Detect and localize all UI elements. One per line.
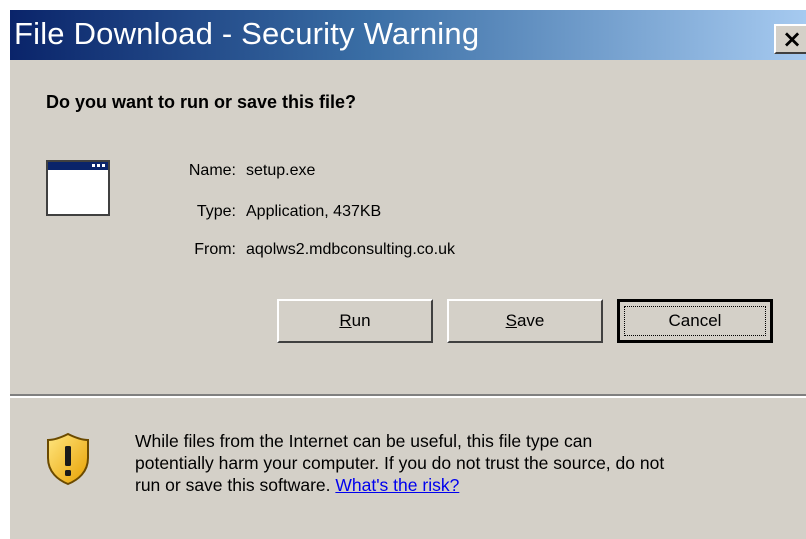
warning-line-2: potentially harm your computer. If you d… xyxy=(135,453,665,473)
file-name-value: setup.exe xyxy=(246,162,316,179)
whats-the-risk-link[interactable]: What's the risk? xyxy=(335,475,459,495)
title-bar[interactable]: File Download - Security Warning × xyxy=(10,10,806,60)
from-label: From: xyxy=(194,241,236,258)
cancel-button-label: Cancel xyxy=(668,311,722,330)
warning-line-3: run or save this software. What's the ri… xyxy=(135,474,795,496)
warning-line-3-text: run or save this software. xyxy=(135,475,336,495)
save-button[interactable]: Save xyxy=(447,299,603,343)
save-label-rest: ave xyxy=(516,311,545,330)
file-source-value: aqolws2.mdbconsulting.co.uk xyxy=(246,241,456,258)
dialog-question: Do you want to run or save this file? xyxy=(46,92,357,112)
run-label-rest: un xyxy=(351,311,371,330)
run-button-label: Run xyxy=(339,311,370,330)
file-type-value: Application, 437KB xyxy=(246,203,382,220)
name-label: Name: xyxy=(188,162,236,179)
save-button-label: Save xyxy=(506,311,545,330)
window-title: File Download - Security Warning xyxy=(14,16,480,51)
run-button[interactable]: Run xyxy=(277,299,433,343)
close-button[interactable]: × xyxy=(774,24,806,54)
type-label: Type: xyxy=(196,203,236,220)
run-accelerator: R xyxy=(339,311,352,330)
save-accelerator: S xyxy=(505,311,517,330)
application-window-icon xyxy=(46,160,110,216)
warning-line-1: While files from the Internet can be use… xyxy=(135,431,593,451)
warning-message: While files from the Internet can be use… xyxy=(135,430,795,496)
shield-warning-icon xyxy=(47,432,89,486)
close-icon: × xyxy=(781,25,803,53)
cancel-button[interactable]: Cancel xyxy=(617,299,773,343)
security-warning-dialog: File Download - Security Warning × Do yo… xyxy=(0,0,806,539)
